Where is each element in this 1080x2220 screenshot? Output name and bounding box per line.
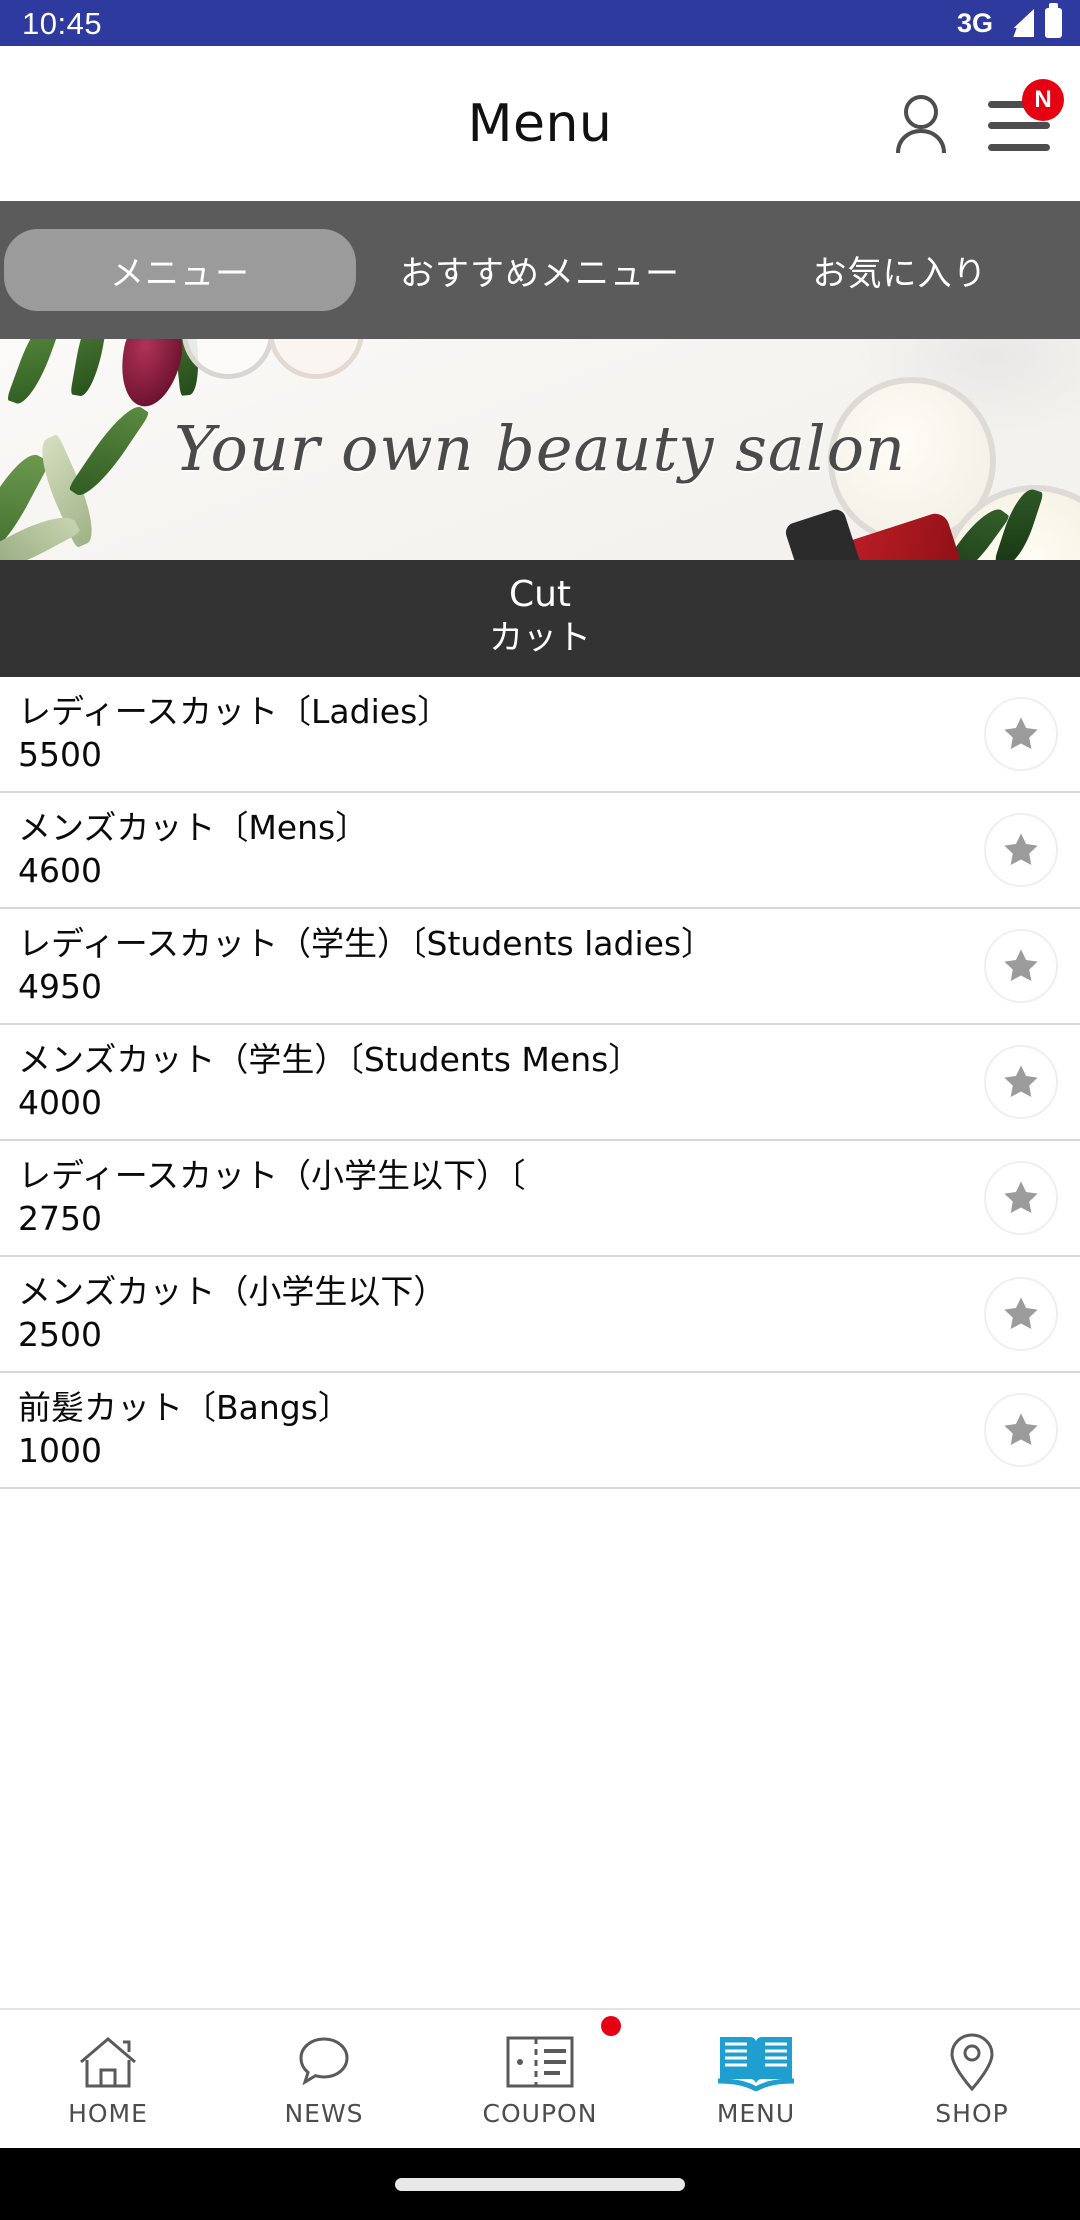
menu-list-item[interactable]: メンズカット（小学生以下） 2500 (0, 1256, 1080, 1373)
menu-item-text: レディースカット（小学生以下）〔 2750 (18, 1158, 984, 1237)
menu-tab-bar: メニュー おすすめメニュー お気に入り (0, 201, 1080, 339)
star-icon (1004, 1296, 1038, 1329)
menu-item-price: 1000 (18, 1430, 102, 1470)
network-type-label: 3G (956, 7, 993, 38)
menu-item-price: 4000 (18, 1082, 102, 1122)
nav-item-coupon[interactable]: COUPON (432, 2010, 648, 2148)
salon-banner[interactable]: Your own beauty salon (0, 339, 1080, 560)
menu-item-text: メンズカット〔Mens〕 4600 (18, 810, 984, 889)
menu-item-text: メンズカット（小学生以下） 2500 (18, 1274, 984, 1353)
star-icon (1004, 832, 1038, 865)
menu-list-item[interactable]: レディースカット（学生）〔Students ladies〕 4950 (0, 908, 1080, 1025)
nav-item-news-label: NEWS (284, 2098, 364, 2128)
battery-full-icon (1045, 3, 1062, 38)
favorite-button[interactable] (984, 1160, 1058, 1235)
location-pin-icon (948, 2031, 996, 2093)
menu-item-text: レディースカット（学生）〔Students ladies〕 4950 (18, 926, 984, 1005)
nav-item-shop[interactable]: SHOP (864, 2010, 1080, 2148)
open-book-icon (716, 2031, 796, 2093)
menu-item-name: 前髪カット〔Bangs〕 (18, 1390, 351, 1427)
favorite-button[interactable] (984, 1276, 1058, 1351)
nav-item-menu[interactable]: MENU (648, 2010, 864, 2148)
app-bar: Menu N (0, 46, 1080, 201)
favorite-button[interactable] (984, 928, 1058, 1003)
banner-script-text: Your own beauty salon (174, 411, 906, 485)
menu-item-price: 2500 (18, 1314, 102, 1354)
favorite-button[interactable] (984, 812, 1058, 887)
menu-item-name: レディースカット〔Ladies〕 (18, 694, 451, 731)
menu-item-name: メンズカット（学生）〔Students Mens〕 (18, 1042, 642, 1079)
star-icon (1004, 1180, 1038, 1213)
app-bar-actions: N (892, 78, 1064, 155)
signal-triangle-icon (1003, 9, 1034, 37)
menu-item-price: 2750 (18, 1198, 102, 1238)
menu-item-text: メンズカット（学生）〔Students Mens〕 4000 (18, 1042, 984, 1121)
menu-item-price: 4950 (18, 966, 102, 1006)
coupon-notification-dot (601, 2016, 621, 2036)
tab-menu[interactable]: メニュー (0, 201, 360, 339)
person-icon[interactable] (892, 93, 950, 155)
menu-item-name: レディースカット（小学生以下）〔 (18, 1158, 526, 1195)
nav-item-menu-label: MENU (716, 2098, 796, 2128)
notification-badge: N (1022, 78, 1064, 121)
menu-item-text: 前髪カット〔Bangs〕 1000 (18, 1390, 984, 1469)
menu-item-price: 4600 (18, 850, 102, 890)
menu-list-item[interactable]: レディースカット〔Ladies〕 5500 (0, 676, 1080, 793)
home-icon (77, 2031, 139, 2093)
category-title-en: Cut (508, 574, 572, 615)
nav-item-home-label: HOME (68, 2098, 148, 2128)
nav-item-coupon-label: COUPON (482, 2098, 598, 2128)
menu-item-name: レディースカット（学生）〔Students ladies〕 (18, 926, 715, 963)
tab-favorites-label: お気に入り (812, 253, 988, 294)
status-bar-indicators: 3G (956, 3, 1062, 38)
star-icon (1004, 1412, 1038, 1445)
nav-item-home[interactable]: HOME (0, 2010, 216, 2148)
star-icon (1004, 716, 1038, 749)
menu-list[interactable]: レディースカット〔Ladies〕 5500 メンズカット〔Mens〕 4600 … (0, 676, 1080, 2008)
category-title-jp: カット (489, 618, 591, 659)
app-root: 10:45 3G Menu N メニュー おすすめメニュー お気に入り Your… (0, 0, 1080, 2220)
status-bar-time: 10:45 (22, 5, 103, 41)
nav-item-shop-label: SHOP (935, 2098, 1009, 2128)
favorite-button[interactable] (984, 1044, 1058, 1119)
menu-item-price: 5500 (18, 734, 102, 774)
favorite-button[interactable] (984, 1392, 1058, 1467)
tab-recommended-menu-label: おすすめメニュー (400, 253, 680, 294)
menu-item-text: レディースカット〔Ladies〕 5500 (18, 694, 984, 773)
bottom-navigation: HOME NEWS COUPON MENU SHOP (0, 2008, 1080, 2148)
tab-menu-label: メニュー (110, 253, 250, 294)
menu-item-name: メンズカット〔Mens〕 (18, 810, 369, 847)
menu-item-name: メンズカット（小学生以下） (18, 1274, 447, 1311)
menu-list-item[interactable]: レディースカット（小学生以下）〔 2750 (0, 1140, 1080, 1257)
menu-list-item[interactable]: メンズカット〔Mens〕 4600 (0, 792, 1080, 909)
gesture-handle[interactable] (395, 2177, 685, 2191)
favorite-button[interactable] (984, 696, 1058, 771)
menu-list-item[interactable]: メンズカット（学生）〔Students Mens〕 4000 (0, 1024, 1080, 1141)
category-header: Cut カット (0, 560, 1080, 677)
star-icon (1004, 948, 1038, 981)
nav-item-news[interactable]: NEWS (216, 2010, 432, 2148)
star-icon (1004, 1064, 1038, 1097)
menu-list-item[interactable]: 前髪カット〔Bangs〕 1000 (0, 1372, 1080, 1489)
hamburger-icon[interactable]: N (988, 78, 1064, 151)
system-gesture-bar (0, 2148, 1080, 2220)
tab-recommended-menu[interactable]: おすすめメニュー (360, 201, 720, 339)
speech-bubble-icon (296, 2031, 352, 2093)
status-bar: 10:45 3G (0, 0, 1080, 46)
tab-favorites[interactable]: お気に入り (720, 201, 1080, 339)
ticket-icon (506, 2031, 574, 2093)
